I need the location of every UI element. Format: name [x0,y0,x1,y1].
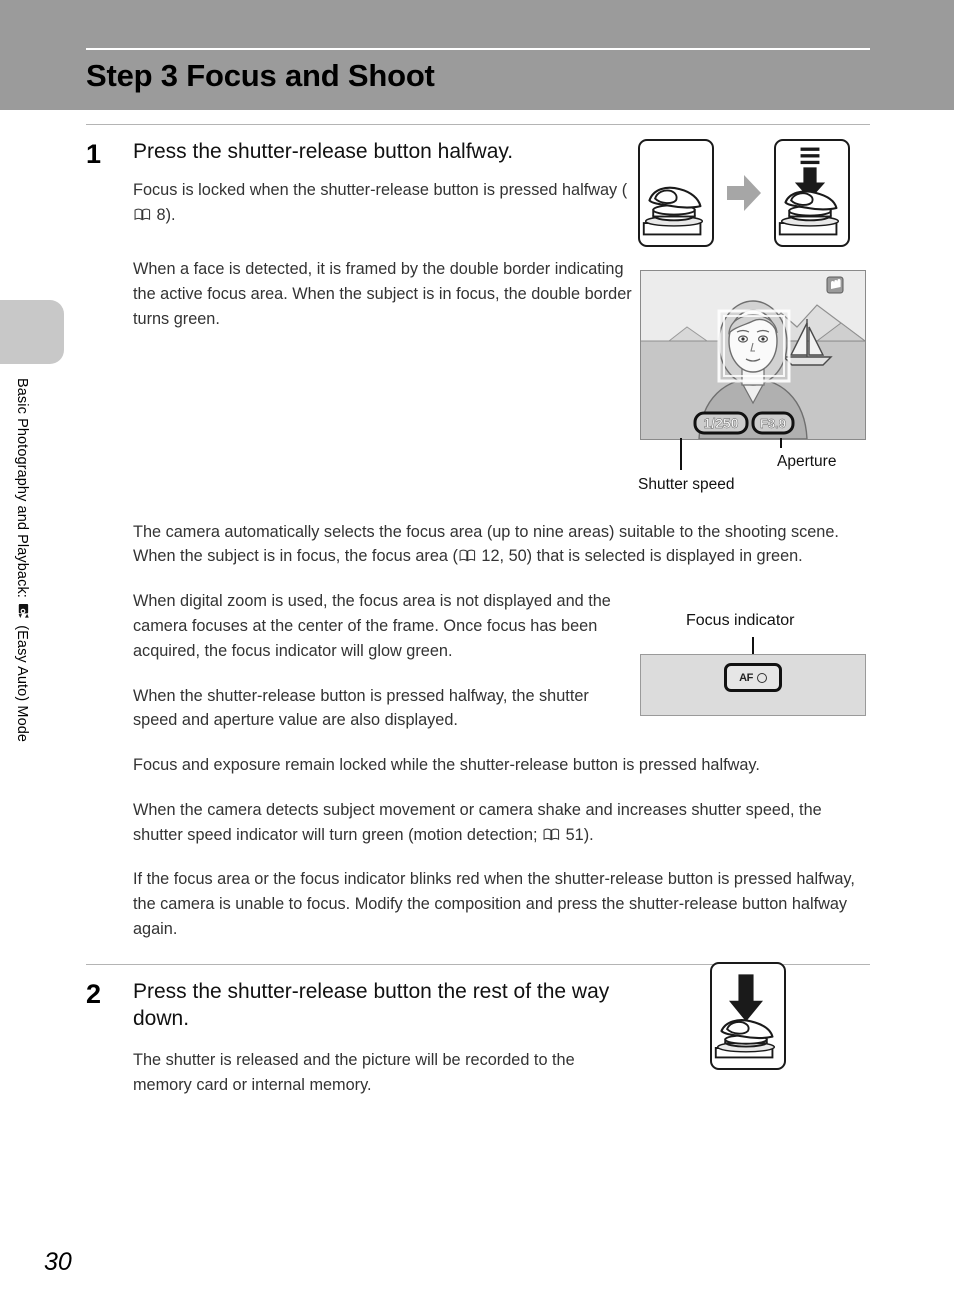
press-box-after [774,139,850,247]
monitor-callouts: Shutter speed Aperture [620,438,920,508]
book-icon [459,549,476,562]
af-badge-text: AF [739,671,753,684]
af-indicator-badge: AF [724,663,782,692]
book-icon [134,208,151,221]
callout-label-aperture: Aperture [777,453,837,470]
page-header-band: Step 3 Focus and Shoot [0,0,954,110]
step-1-p1-text-b: 8). [152,205,176,224]
callout-line-aperture [780,438,782,448]
callout-line-shutter [680,438,682,470]
step-1-p1-text-a: Focus is locked when the shutter-release… [133,180,628,199]
step-2-heading: Press the shutter-release button the res… [133,979,610,1030]
note-3: When the shutter-release button is press… [133,686,589,730]
chapter-label-before: Basic Photography and Playback: [14,378,30,598]
right-arrow-icon [725,173,763,213]
note-1-text-b: 12, 50) that is selected is displayed in… [476,547,803,566]
focus-indicator-label: Focus indicator [686,612,795,629]
figure-camera-monitor: 1/250 F3.9 [640,270,866,440]
chapter-label-after: (Easy Auto) Mode [14,625,30,743]
svg-text:1/250: 1/250 [703,415,738,431]
note-6: If the focus area or the focus indicator… [133,870,855,938]
page-title: Step 3 Focus and Shoot [86,58,435,93]
figure-shutter-full-press [710,962,786,1070]
note-1: The camera automatically selects the foc… [133,520,870,570]
svg-text:F3.9: F3.9 [760,416,786,431]
step-1-number: 1 [86,139,102,169]
page-number: 30 [44,1248,72,1276]
note-5-text-a: When the camera detects subject movement… [133,800,822,844]
step-2-number: 2 [86,978,102,1009]
callout-label-shutter: Shutter speed [638,476,735,493]
easy-auto-mode-icon [16,604,30,619]
figure-shutter-halfway [638,139,870,247]
note-2: When digital zoom is used, the focus are… [133,592,611,660]
note-5: When the camera detects subject movement… [133,798,870,848]
note-5-text-b: 51). [561,825,594,844]
step-2-paragraph-1: The shutter is released and the picture … [133,1051,575,1095]
step-1-notes: The camera automatically selects the foc… [86,520,870,942]
step-1-paragraph-2: When a face is detected, it is framed by… [133,260,632,328]
figure-focus-indicator: AF [640,654,866,716]
chapter-tab [0,300,64,364]
book-icon [543,828,560,841]
page-content: 1 Press the shutter-release button halfw… [86,110,870,1098]
chapter-label: Basic Photography and Playback: (Easy Au… [14,378,30,848]
header-divider [86,48,870,50]
step-1-paragraph-1: Focus is locked when the shutter-release… [133,178,633,228]
note-4: Focus and exposure remain locked while t… [133,756,760,775]
press-box-before [638,139,714,247]
focus-dot-icon [756,672,767,683]
